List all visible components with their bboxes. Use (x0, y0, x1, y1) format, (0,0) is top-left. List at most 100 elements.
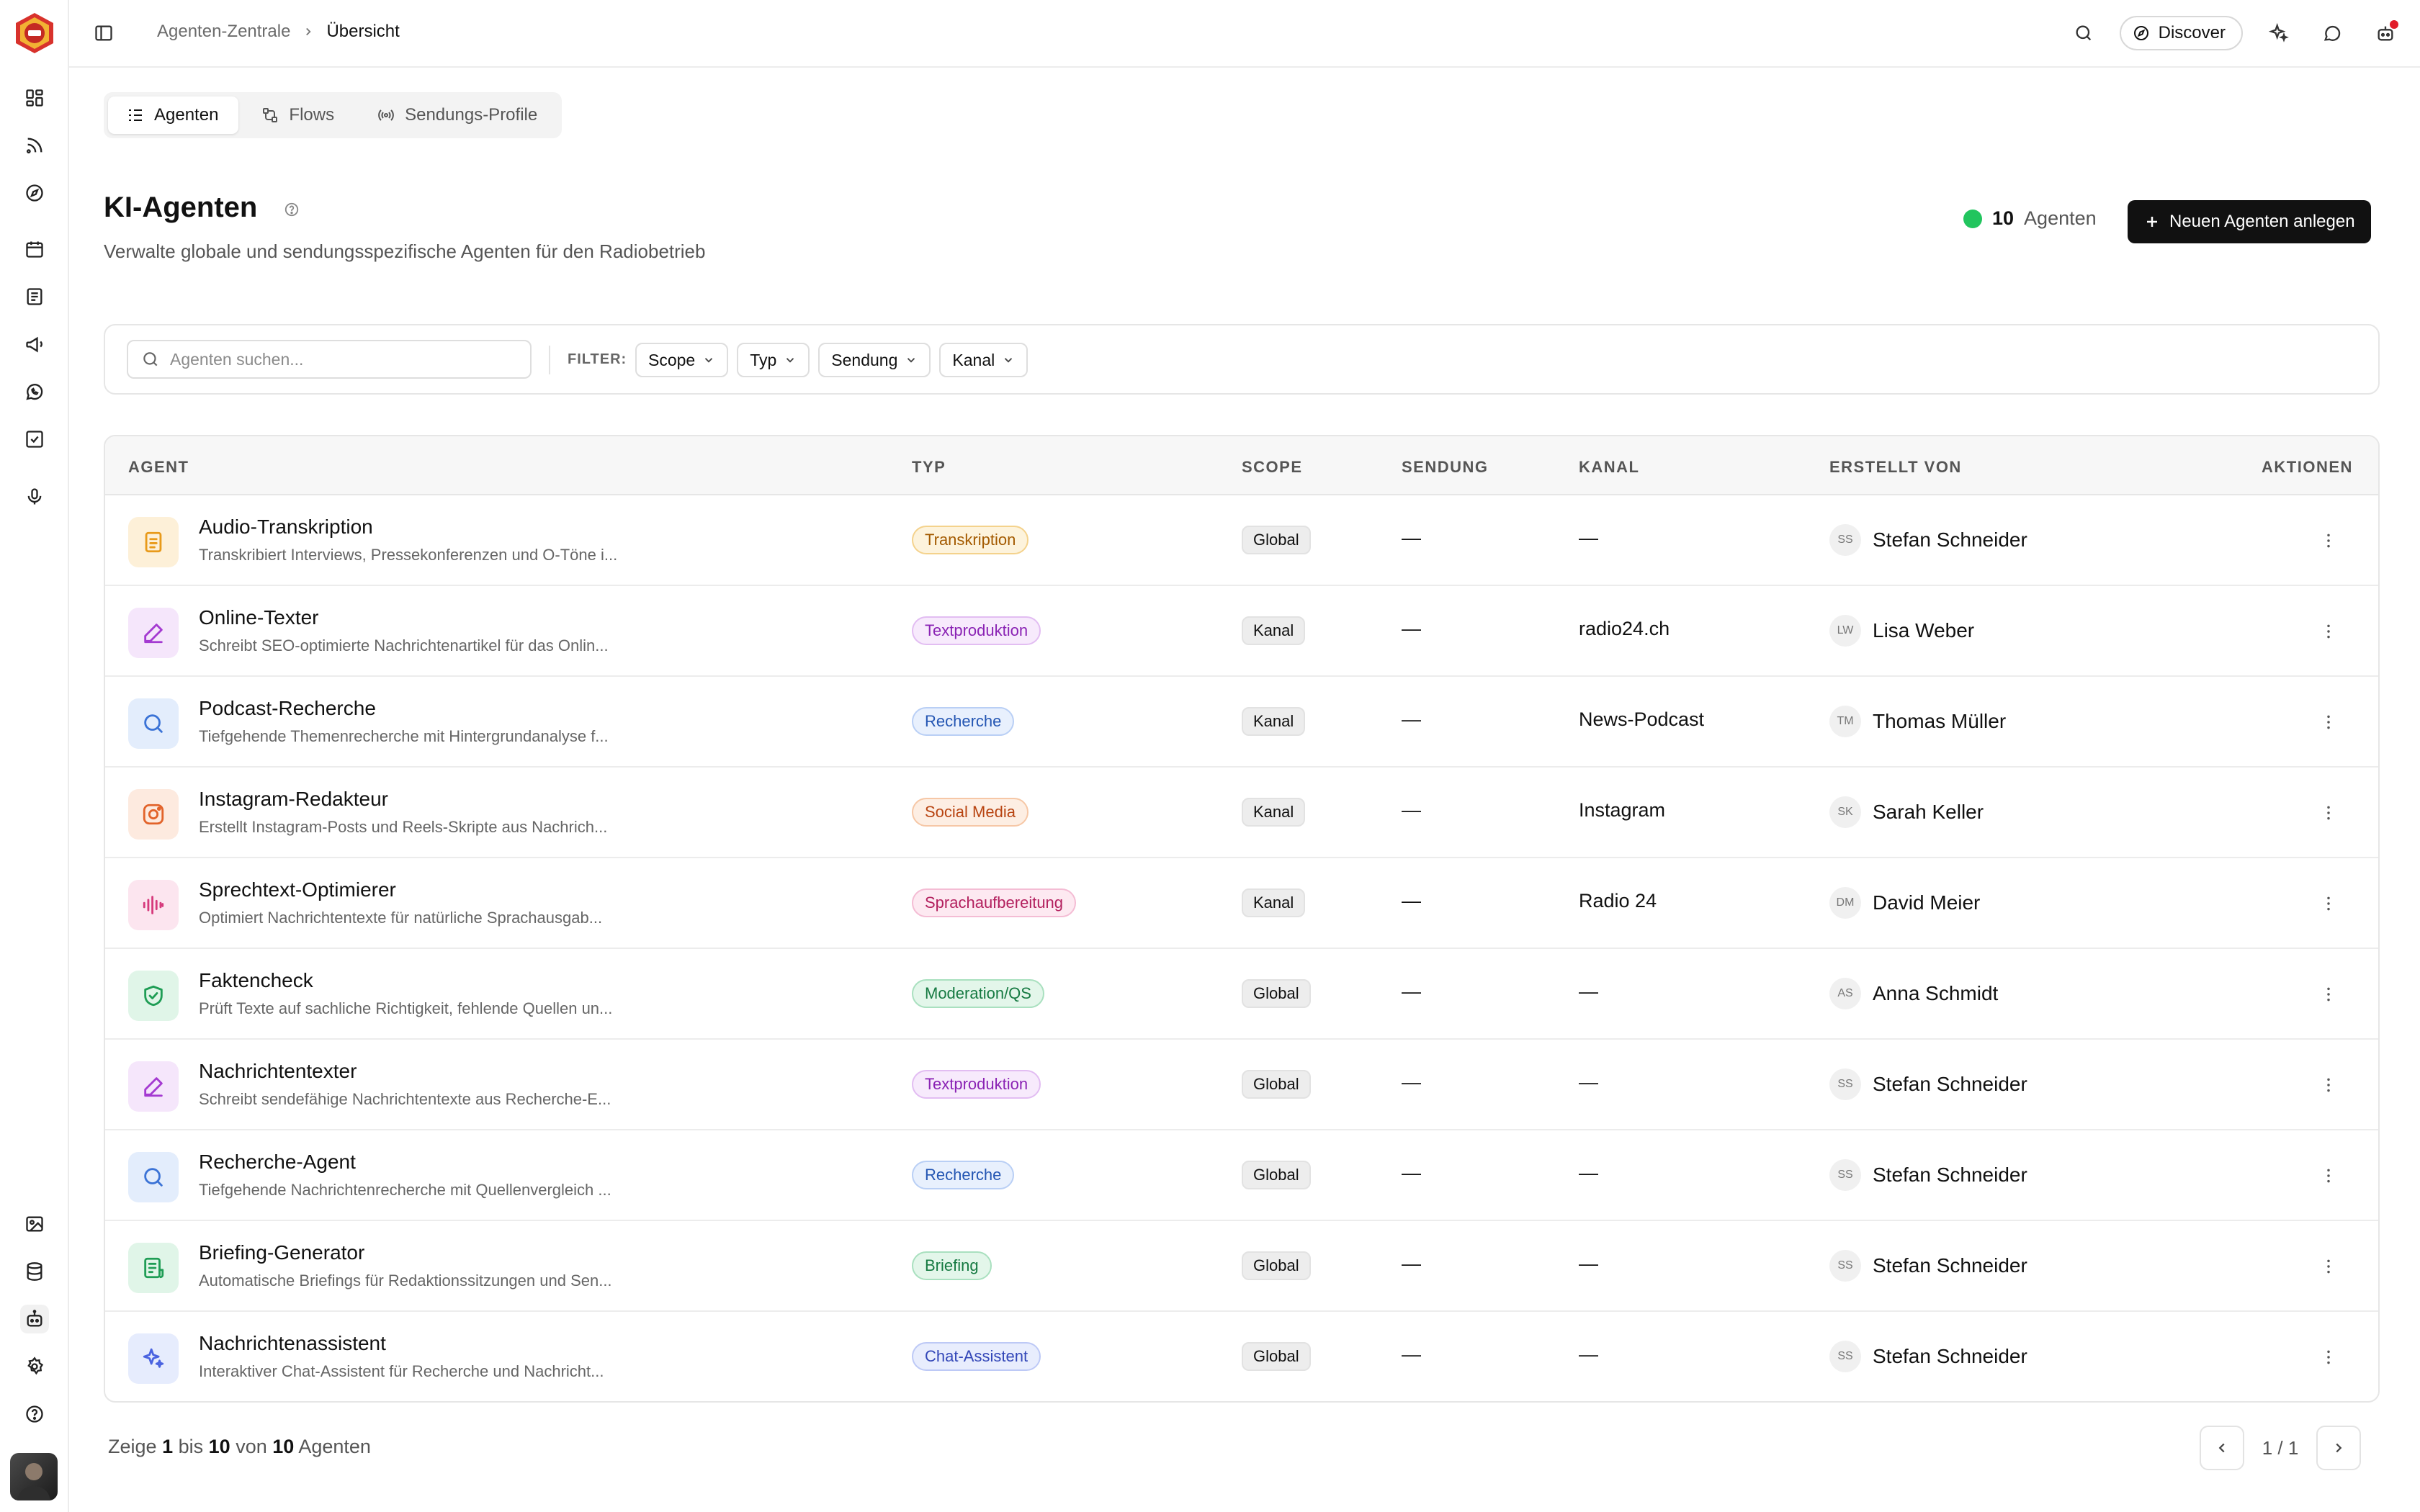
checklist-icon[interactable] (20, 425, 49, 454)
table-row[interactable]: Online-Texter Schreibt SEO-optimierte Na… (105, 586, 2378, 677)
search-icon[interactable] (2066, 16, 2101, 50)
table-row[interactable]: Faktencheck Prüft Texte auf sachliche Ri… (105, 949, 2378, 1040)
agent-name[interactable]: Audio-Transkription (199, 516, 373, 539)
tab-label: Sendungs-Profile (405, 105, 538, 125)
creator-name: David Meier (1873, 891, 1981, 914)
more-vertical-icon[interactable] (2316, 619, 2341, 644)
summary-total: 10 (272, 1436, 295, 1457)
tab-agenten[interactable]: Agenten (108, 96, 239, 134)
more-vertical-icon[interactable] (2316, 1345, 2341, 1369)
more-vertical-icon[interactable] (2316, 891, 2341, 916)
scope-badge: Kanal (1242, 888, 1306, 917)
kanal-cell: News-Podcast (1579, 708, 1705, 730)
app-logo[interactable] (13, 12, 56, 55)
table-body: Audio-Transkription Transkribiert Interv… (105, 495, 2378, 1401)
whatsapp-icon[interactable] (20, 377, 49, 406)
sendung-cell: — (1402, 618, 1421, 639)
creator-cell: LW Lisa Weber (1829, 615, 1974, 647)
more-vertical-icon[interactable] (2316, 982, 2341, 1007)
sparkles-icon[interactable] (2262, 16, 2296, 50)
filter-chips: Scope Typ Sendung Kanal (635, 343, 1028, 377)
avatar: SS (1829, 1341, 1861, 1372)
column-header-agent[interactable]: AGENT (128, 458, 189, 477)
prev-page-button[interactable] (2200, 1426, 2244, 1470)
agent-name[interactable]: Faktencheck (199, 969, 313, 992)
table-row[interactable]: Nachrichtentexter Schreibt sendefähige N… (105, 1040, 2378, 1130)
agents-bot-icon[interactable] (20, 1305, 49, 1333)
agent-name[interactable]: Nachrichtentexter (199, 1060, 357, 1083)
sidebar-toggle-icon[interactable] (91, 20, 117, 46)
column-header-scope[interactable]: SCOPE (1242, 458, 1303, 477)
search-field[interactable] (127, 340, 532, 379)
more-vertical-icon[interactable] (2316, 1254, 2341, 1279)
scope-badge: Kanal (1242, 707, 1306, 736)
creator-name: Anna Schmidt (1873, 982, 1999, 1004)
more-vertical-icon[interactable] (2316, 1073, 2341, 1097)
more-vertical-icon[interactable] (2316, 528, 2341, 553)
agent-name[interactable]: Podcast-Recherche (199, 697, 376, 720)
scope-badge: Global (1242, 1342, 1311, 1371)
type-badge: Transkription (912, 526, 1029, 554)
table-row[interactable]: Podcast-Recherche Tiefgehende Themenrech… (105, 677, 2378, 768)
agent-name[interactable]: Nachrichtenassistent (199, 1332, 386, 1355)
chat-icon[interactable] (2315, 16, 2349, 50)
kanal-cell: — (1579, 1071, 1598, 1093)
scope-badge: Global (1242, 979, 1311, 1008)
scope-badge: Global (1242, 1070, 1311, 1099)
table-row[interactable]: Instagram-Redakteur Erstellt Instagram-P… (105, 768, 2378, 858)
kanal-cell: radio24.ch (1579, 618, 1670, 639)
search-input[interactable] (170, 349, 517, 369)
type-badge: Recherche (912, 707, 1015, 736)
agent-name[interactable]: Sprechtext-Optimierer (199, 878, 396, 901)
new-agent-button[interactable]: Neuen Agenten anlegen (2128, 200, 2371, 243)
more-vertical-icon[interactable] (2316, 801, 2341, 825)
kanal-cell: — (1579, 1253, 1598, 1274)
user-avatar[interactable] (10, 1453, 58, 1500)
discover-button[interactable]: Discover (2119, 16, 2243, 50)
settings-icon[interactable] (20, 1352, 49, 1381)
agent-name[interactable]: Briefing-Generator (199, 1241, 364, 1264)
table-row[interactable]: Nachrichtenassistent Interaktiver Chat-A… (105, 1312, 2378, 1401)
database-icon[interactable] (20, 1257, 49, 1286)
compass-icon[interactable] (20, 179, 49, 207)
info-icon[interactable] (284, 202, 300, 217)
creator-name: Stefan Schneider (1873, 528, 2027, 551)
more-vertical-icon[interactable] (2316, 1164, 2341, 1188)
column-header-creator[interactable]: ERSTELLT VON (1829, 458, 1962, 477)
table-row[interactable]: Briefing-Generator Automatische Briefing… (105, 1221, 2378, 1312)
next-page-button[interactable] (2316, 1426, 2361, 1470)
type-badge: Briefing (912, 1251, 992, 1280)
breadcrumb-parent[interactable]: Agenten-Zentrale (157, 22, 290, 42)
type-badge: Textproduktion (912, 1070, 1041, 1099)
column-header-kanal[interactable]: KANAL (1579, 458, 1640, 477)
chevron-right-icon (2336, 1443, 2342, 1453)
agent-name[interactable]: Recherche-Agent (199, 1151, 356, 1174)
agent-name[interactable]: Online-Texter (199, 606, 319, 629)
filter-typ[interactable]: Typ (737, 343, 810, 377)
column-header-sendung[interactable]: SENDUNG (1402, 458, 1489, 477)
microphone-icon[interactable] (20, 482, 49, 511)
agent-name[interactable]: Instagram-Redakteur (199, 788, 388, 811)
table-row[interactable]: Recherche-Agent Tiefgehende Nachrichtenr… (105, 1130, 2378, 1221)
dashboard-icon[interactable] (20, 84, 49, 112)
image-icon[interactable] (20, 1210, 49, 1238)
type-badge: Social Media (912, 798, 1028, 827)
calendar-icon[interactable] (20, 235, 49, 264)
scope-badge: Global (1242, 1251, 1311, 1280)
notifications-icon[interactable] (2368, 16, 2403, 50)
tab-label: Flows (289, 105, 335, 125)
help-circle-icon[interactable] (20, 1400, 49, 1428)
chevron-left-icon (2218, 1443, 2225, 1453)
filter-kanal[interactable]: Kanal (939, 343, 1028, 377)
more-vertical-icon[interactable] (2316, 710, 2341, 734)
table-row[interactable]: Sprechtext-Optimierer Optimiert Nachrich… (105, 858, 2378, 949)
document-list-icon[interactable] (20, 282, 49, 311)
tab-sendungs-profile[interactable]: Sendungs-Profile (359, 96, 557, 134)
megaphone-icon[interactable] (20, 330, 49, 359)
table-row[interactable]: Audio-Transkription Transkribiert Interv… (105, 495, 2378, 586)
column-header-typ[interactable]: TYP (912, 458, 946, 477)
rss-icon[interactable] (20, 131, 49, 160)
filter-scope[interactable]: Scope (635, 343, 729, 377)
filter-sendung[interactable]: Sendung (818, 343, 931, 377)
tab-flows[interactable]: Flows (243, 96, 354, 134)
